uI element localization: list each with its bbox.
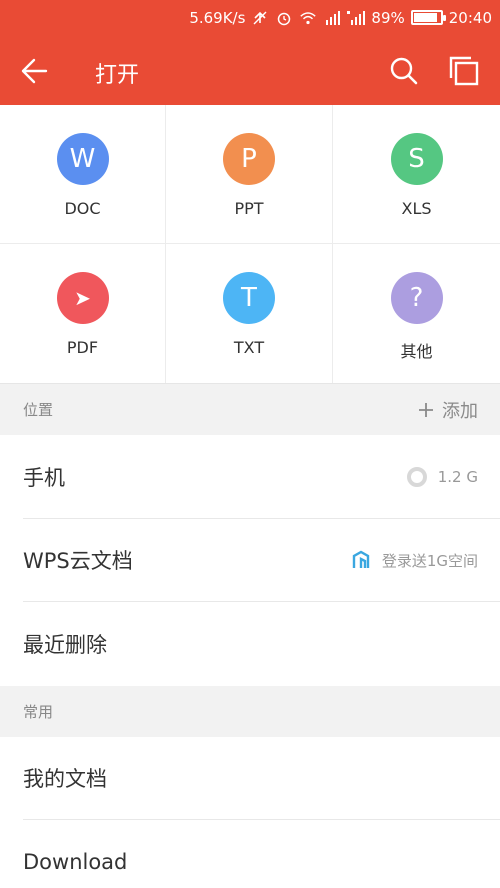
- row-label: 手机: [23, 465, 65, 490]
- row-label: WPS云文档: [23, 549, 133, 574]
- ppt-icon: P: [223, 133, 275, 185]
- pdf-icon: ➤: [56, 272, 109, 324]
- app: 5.69K/s 89% 20:40 打开 W DOC P PPT S XLS ➤…: [0, 0, 500, 888]
- location-recent-deleted[interactable]: 最近删除: [0, 602, 500, 686]
- search-icon: [390, 57, 418, 85]
- row-label: 我的文档: [23, 767, 107, 792]
- file-type-grid: W DOC P PPT S XLS ➤ PDF T TXT ? 其他: [0, 105, 500, 384]
- multi-window-icon: [449, 56, 479, 86]
- file-type-label: TXT: [233, 338, 265, 357]
- file-type-label: PDF: [66, 338, 99, 357]
- file-type-doc[interactable]: W DOC: [0, 105, 166, 244]
- xls-icon: S: [390, 133, 443, 185]
- clock: 20:40: [448, 8, 492, 27]
- back-button[interactable]: [14, 51, 54, 91]
- other-icon: ?: [390, 272, 443, 324]
- cloud-promo: 登录送1G空间: [352, 550, 478, 571]
- multi-window-button[interactable]: [444, 51, 484, 91]
- location-cloud[interactable]: WPS云文档 登录送1G空间: [0, 519, 500, 603]
- battery-icon: [410, 10, 446, 25]
- file-type-xls[interactable]: S XLS: [333, 105, 500, 244]
- location-section-header: 位置 添加: [0, 384, 500, 435]
- plus-icon: [419, 402, 433, 417]
- file-type-other[interactable]: ? 其他: [333, 244, 500, 383]
- file-type-label: PPT: [234, 199, 264, 218]
- file-type-label: DOC: [64, 199, 101, 218]
- wifi-icon: [299, 9, 317, 27]
- file-type-ppt[interactable]: P PPT: [166, 105, 333, 244]
- cloud-hint: 登录送1G空间: [381, 551, 478, 570]
- section-title: 位置: [23, 401, 54, 419]
- back-arrow-icon: [21, 58, 48, 84]
- sync-off-icon: [251, 9, 269, 27]
- page-title: 打开: [95, 63, 140, 88]
- common-my-docs[interactable]: 我的文档: [0, 737, 500, 821]
- txt-icon: T: [223, 272, 275, 324]
- storage-info: 1.2 G: [406, 466, 478, 488]
- file-type-label: 其他: [400, 342, 433, 361]
- storage-size: 1.2 G: [437, 467, 478, 486]
- common-section-header: 常用: [0, 685, 500, 737]
- doc-icon: W: [56, 133, 109, 185]
- add-location-button[interactable]: 添加: [418, 397, 478, 423]
- section-title: 常用: [23, 702, 54, 721]
- 4g-signal-icon: [347, 9, 366, 27]
- battery-percent: 89%: [371, 8, 405, 27]
- toolbar: 打开: [0, 35, 500, 105]
- storage-ring-icon: [406, 466, 427, 487]
- file-type-txt[interactable]: T TXT: [166, 244, 333, 383]
- row-label: Download: [23, 849, 128, 874]
- row-label: 最近删除: [23, 632, 107, 657]
- header: 5.69K/s 89% 20:40 打开: [0, 0, 500, 105]
- cloud-doc-icon: [352, 550, 370, 569]
- file-type-label: XLS: [401, 199, 432, 218]
- battery-level: [413, 13, 437, 22]
- file-type-pdf[interactable]: ➤ PDF: [0, 244, 166, 383]
- alarm-icon: [275, 9, 293, 27]
- network-speed: 5.69K/s: [189, 8, 246, 27]
- common-download[interactable]: Download: [0, 820, 500, 888]
- location-phone[interactable]: 手机 1.2 G: [0, 435, 500, 519]
- add-label: 添加: [442, 400, 478, 422]
- search-button[interactable]: [384, 51, 424, 91]
- signal-icon: [323, 9, 341, 27]
- status-bar: 5.69K/s 89% 20:40: [0, 0, 500, 35]
